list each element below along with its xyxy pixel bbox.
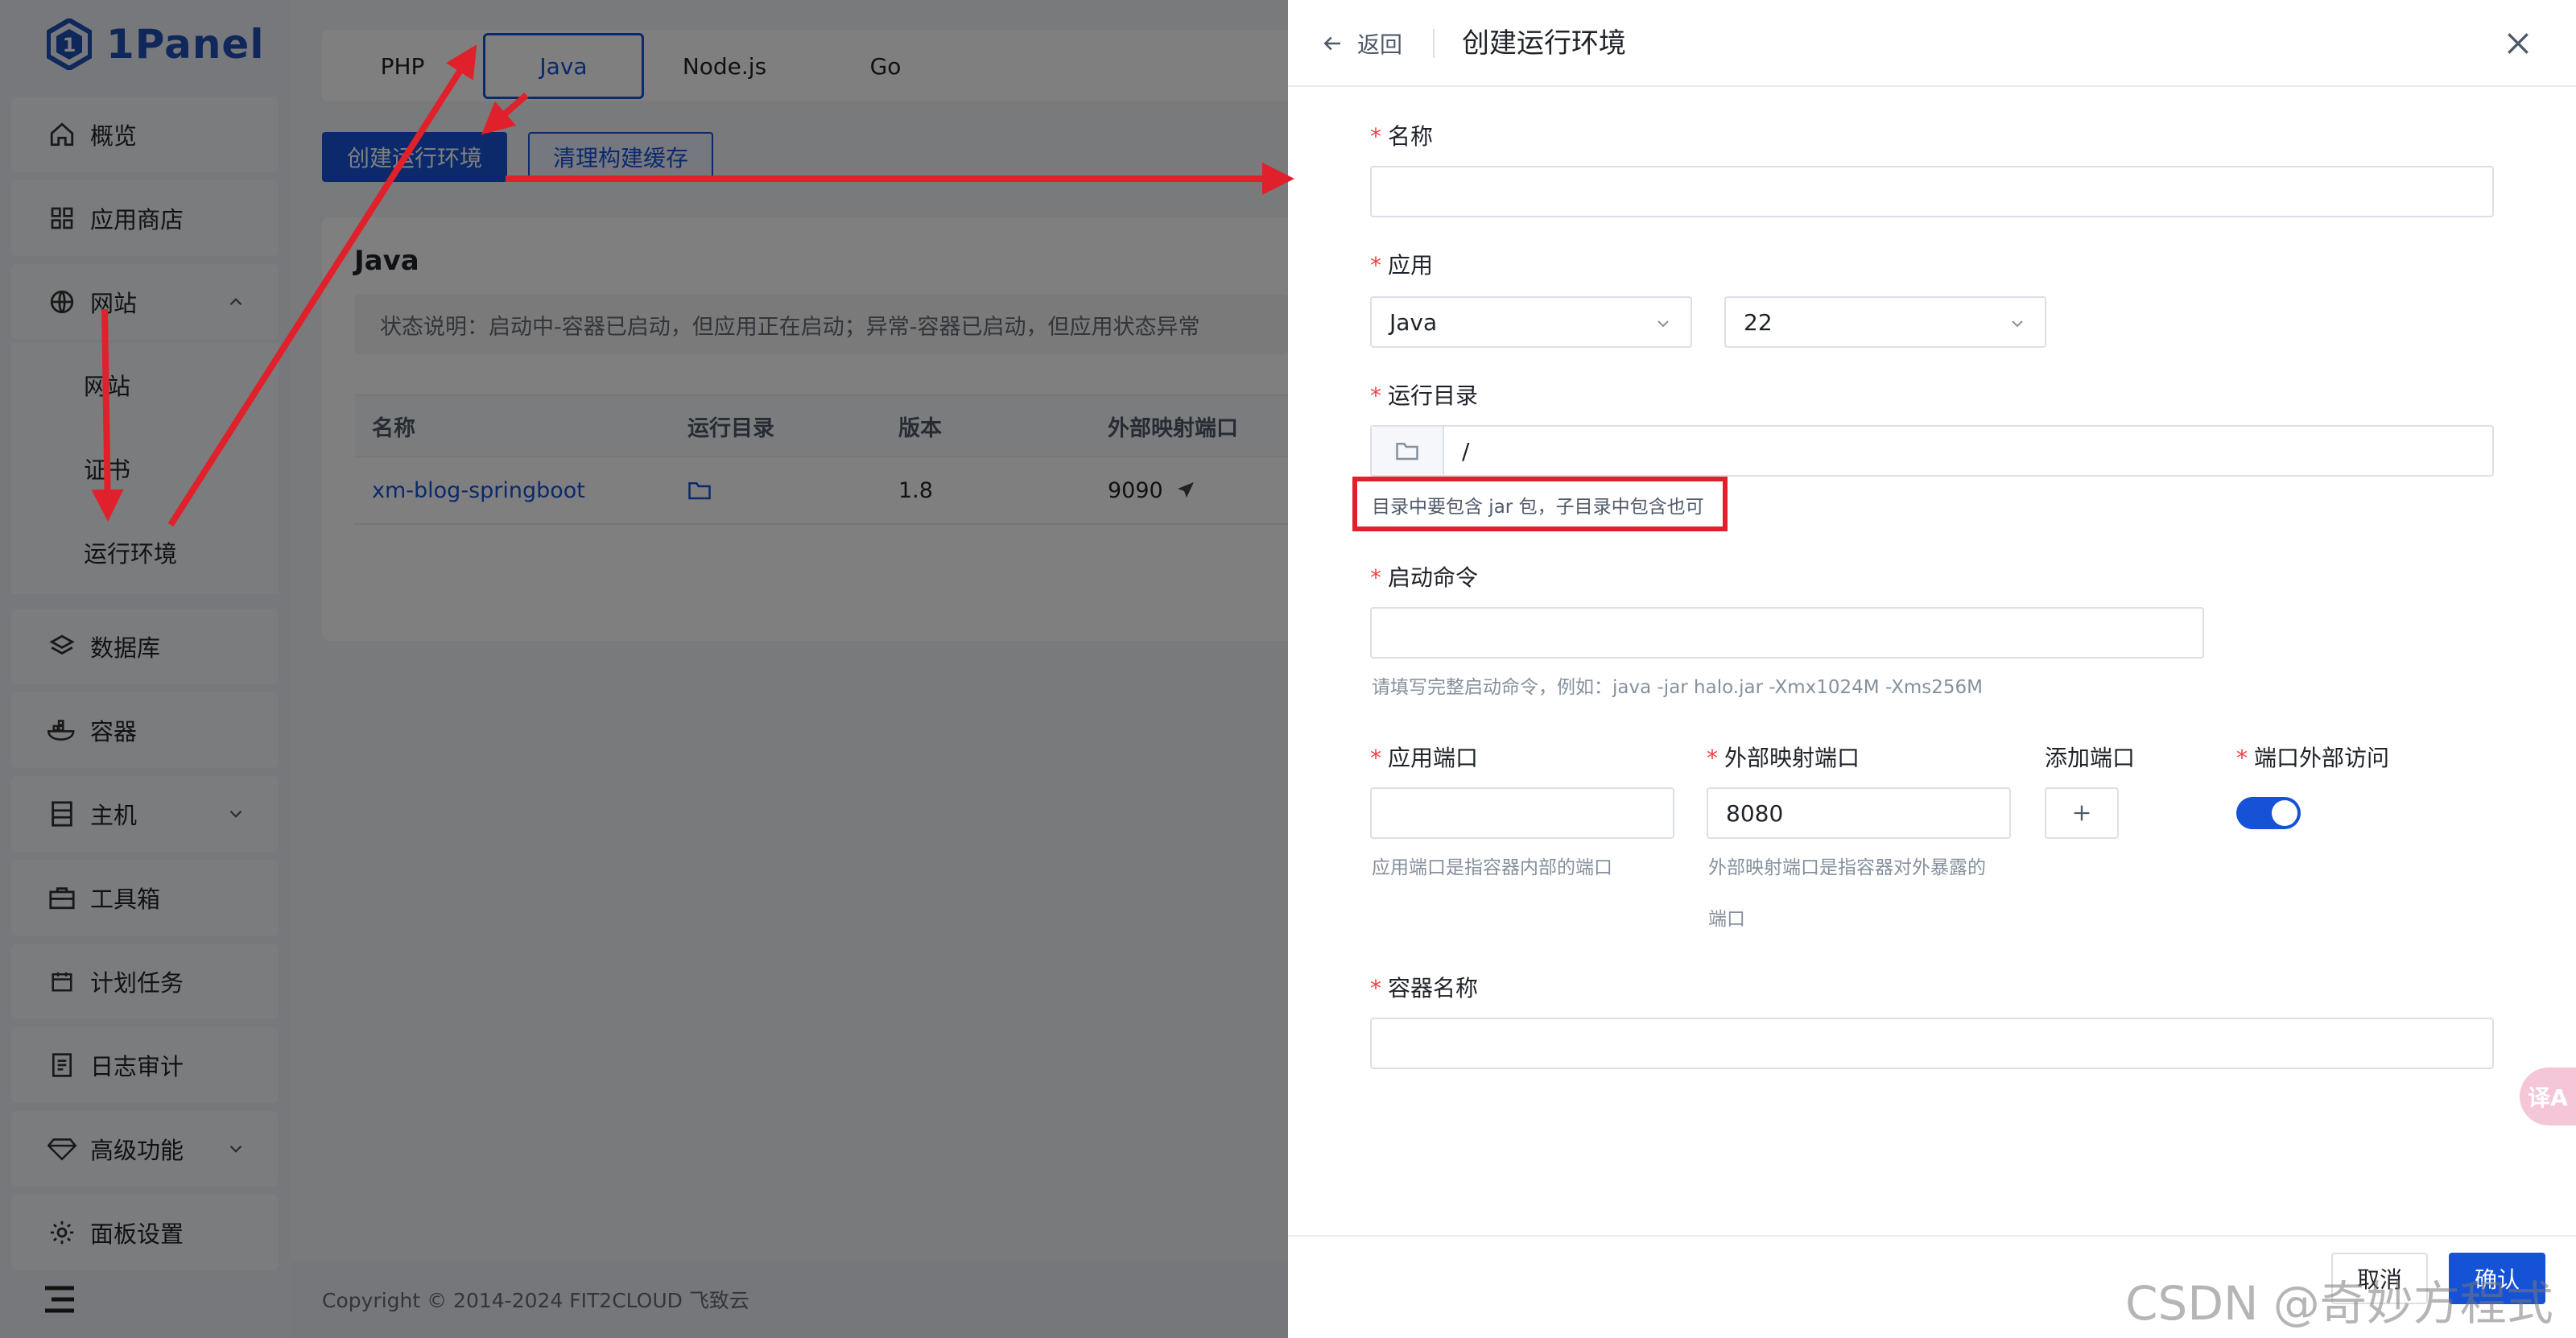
drawer-header: 返回 创建运行环境 bbox=[1288, 0, 2576, 87]
toggle-knob bbox=[2272, 800, 2297, 826]
external-access-label: * 端口外部访问 bbox=[2236, 745, 2390, 771]
translate-fab-button[interactable]: 译A bbox=[2520, 1068, 2576, 1125]
version-select[interactable]: 22 bbox=[1724, 296, 2046, 348]
ext-port-label: * 外部映射端口 bbox=[1707, 745, 1860, 771]
chevron-down-icon bbox=[2012, 320, 2023, 328]
back-label: 返回 bbox=[1357, 31, 1403, 58]
app-port-help: 应用端口是指容器内部的端口 bbox=[1372, 857, 1612, 878]
app-port-label: * 应用端口 bbox=[1370, 745, 1479, 771]
cmd-label: * 启动命令 bbox=[1370, 564, 1479, 591]
close-icon[interactable] bbox=[2502, 27, 2534, 60]
csdn-watermark: CSDN @奇妙方程式 bbox=[2125, 1276, 2553, 1331]
folder-icon bbox=[1396, 443, 1418, 460]
external-access-toggle[interactable] bbox=[2236, 797, 2301, 829]
add-port-label: 添加端口 bbox=[2045, 745, 2136, 771]
cmd-input[interactable] bbox=[1370, 607, 2204, 659]
app-port-input[interactable] bbox=[1370, 787, 1674, 839]
app-select-value: Java bbox=[1389, 308, 1438, 336]
app-label: * 应用 bbox=[1370, 252, 1434, 279]
header-divider bbox=[1433, 29, 1435, 58]
annotation-highlight-box bbox=[1352, 477, 1728, 531]
cmd-help: 请填写完整启动命令，例如：java -jar halo.jar -Xmx1024… bbox=[1372, 677, 1983, 698]
container-name-label: * 容器名称 bbox=[1370, 975, 1479, 1001]
app-select[interactable]: Java bbox=[1370, 296, 1692, 348]
dir-label: * 运行目录 bbox=[1370, 382, 1479, 409]
modal-overlay[interactable] bbox=[0, 0, 1288, 1338]
version-select-value: 22 bbox=[1744, 308, 1773, 336]
add-port-button[interactable] bbox=[2045, 787, 2119, 839]
arrow-left-icon bbox=[1323, 36, 1340, 51]
name-input[interactable] bbox=[1370, 166, 2494, 217]
container-name-input[interactable] bbox=[1370, 1018, 2494, 1069]
dir-input[interactable]: / bbox=[1370, 425, 2494, 477]
dir-input-value: / bbox=[1462, 437, 1470, 465]
ext-port-help-line1: 外部映射端口是指容器对外暴露的 bbox=[1708, 857, 1986, 878]
ext-port-input[interactable]: 8080 bbox=[1707, 787, 2011, 839]
chevron-down-icon bbox=[1657, 320, 1669, 328]
ext-port-value: 8080 bbox=[1726, 799, 1784, 827]
back-button[interactable]: 返回 bbox=[1320, 24, 1402, 63]
plus-icon bbox=[2074, 805, 2090, 821]
name-label: * 名称 bbox=[1370, 123, 1434, 150]
folder-picker-button[interactable] bbox=[1372, 427, 1444, 475]
drawer-title: 创建运行环境 bbox=[1462, 27, 1626, 60]
ext-port-help-line2: 端口 bbox=[1708, 909, 1745, 930]
